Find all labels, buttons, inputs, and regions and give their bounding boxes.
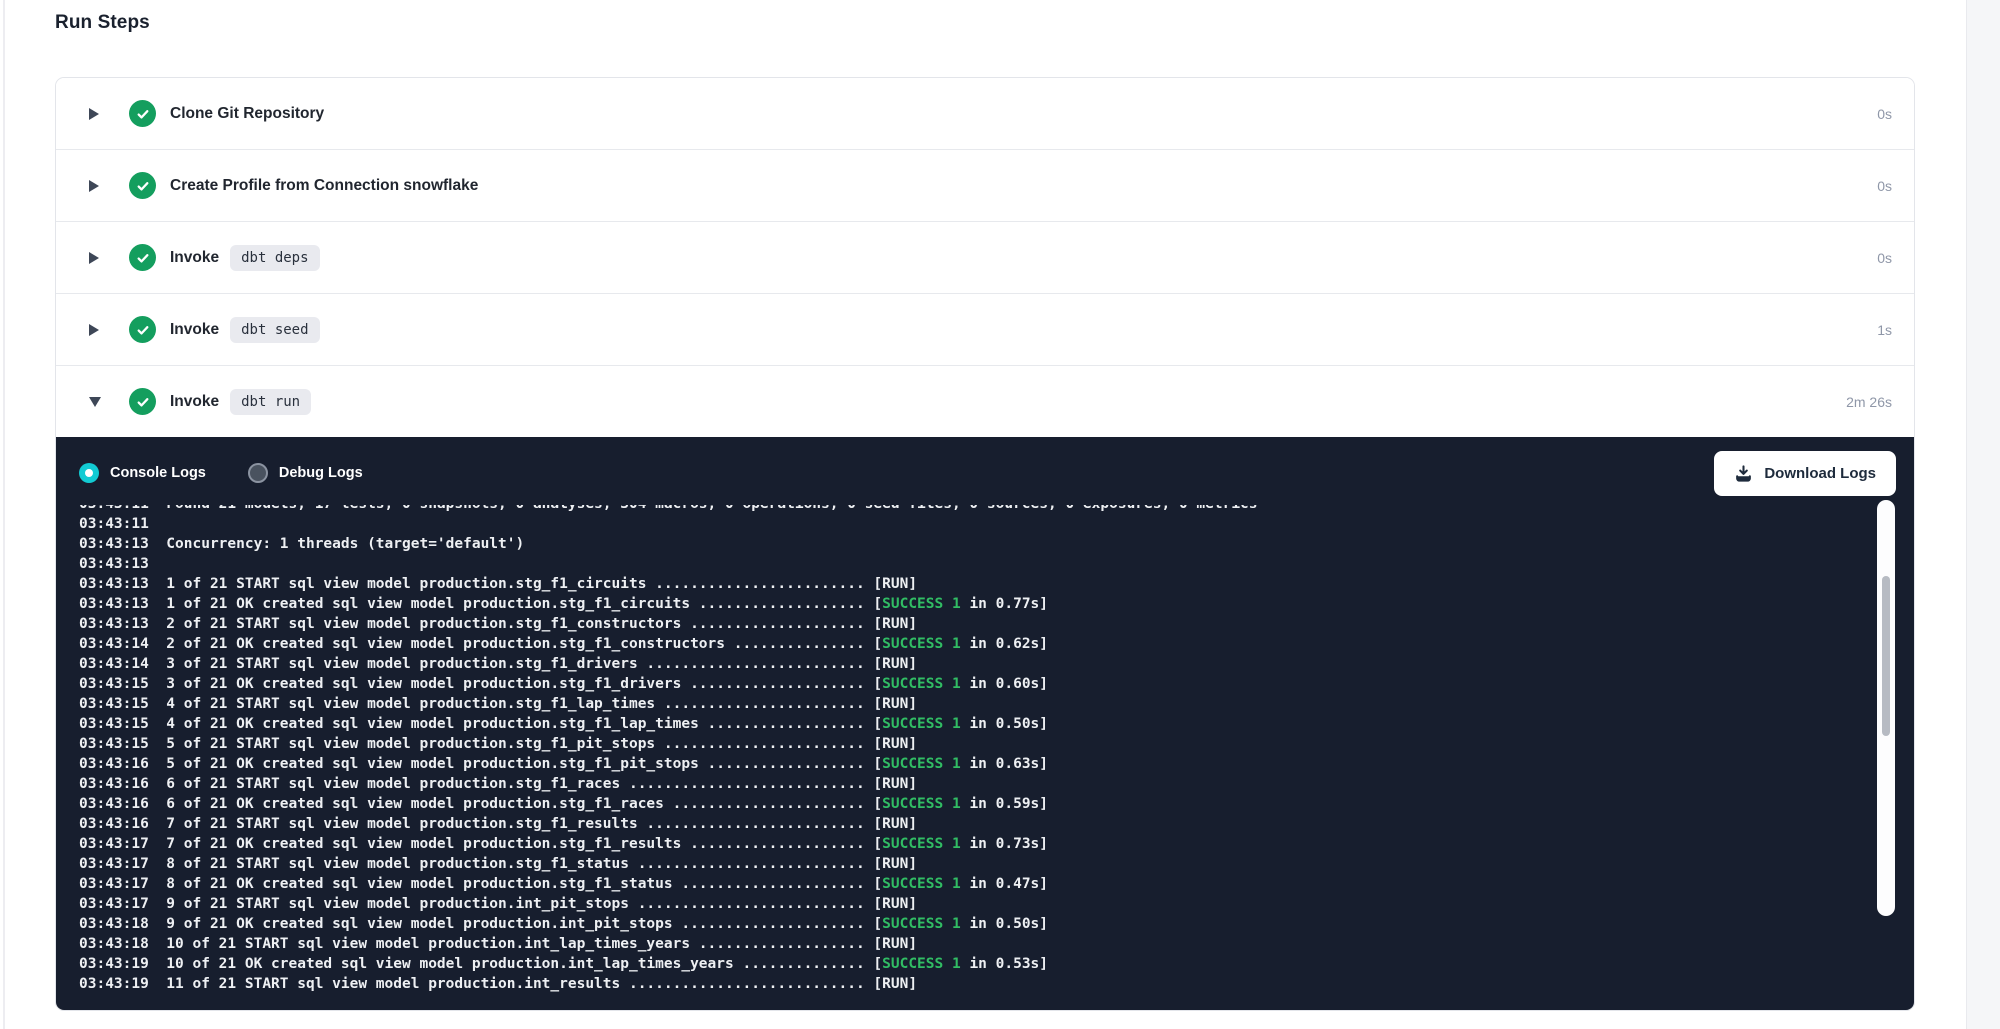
- log-line: 03:43:15 3 of 21 OK created sql view mod…: [79, 674, 1914, 694]
- caret-triangle: [89, 324, 99, 336]
- step-row[interactable]: Invoke dbt run 2m 26s: [56, 366, 1914, 437]
- step-duration: 0s: [1877, 106, 1914, 122]
- right-gutter: [1966, 0, 2000, 1029]
- log-line: 03:43:13 Concurrency: 1 threads (target=…: [79, 534, 1914, 554]
- caret-triangle: [89, 180, 99, 192]
- log-line: 03:43:14 2 of 21 OK created sql view mod…: [79, 634, 1914, 654]
- log-success-token: SUCCESS 1: [882, 756, 961, 772]
- log-line: 03:43:17 8 of 21 START sql view model pr…: [79, 854, 1914, 874]
- console-log-output[interactable]: 03:43:11 Found 21 models, 17 tests, 0 sn…: [56, 505, 1914, 1010]
- log-success-token: SUCCESS 1: [882, 876, 961, 892]
- log-tab-label: Console Logs: [110, 465, 206, 481]
- log-success-token: SUCCESS 1: [882, 916, 961, 932]
- step-row[interactable]: Invoke dbt seed 1s: [56, 294, 1914, 366]
- success-check-icon: [129, 100, 156, 127]
- log-success-token: SUCCESS 1: [882, 956, 961, 972]
- expand-caret-icon[interactable]: [89, 108, 103, 120]
- step-duration: 0s: [1877, 250, 1914, 266]
- step-command-badge: dbt seed: [230, 317, 319, 343]
- log-success-token: SUCCESS 1: [882, 796, 961, 812]
- download-logs-button[interactable]: Download Logs: [1714, 451, 1896, 496]
- log-line: 03:43:18 9 of 21 OK created sql view mod…: [79, 914, 1914, 934]
- success-check-icon: [129, 316, 156, 343]
- collapse-caret-icon[interactable]: [89, 397, 103, 407]
- log-line: 03:43:17 7 of 21 OK created sql view mod…: [79, 834, 1914, 854]
- log-line: 03:43:11: [79, 514, 1914, 534]
- caret-triangle: [89, 252, 99, 264]
- log-line: 03:43:19 10 of 21 OK created sql view mo…: [79, 954, 1914, 974]
- log-line: 03:43:17 9 of 21 START sql view model pr…: [79, 894, 1914, 914]
- log-line: 03:43:13 1 of 21 START sql view model pr…: [79, 574, 1914, 594]
- console-scrollbar-thumb[interactable]: [1882, 576, 1890, 736]
- run-steps-list: Clone Git Repository0sCreate Profile fro…: [56, 78, 1914, 437]
- step-row[interactable]: Create Profile from Connection snowflake…: [56, 150, 1914, 222]
- success-check-icon: [129, 244, 156, 271]
- run-steps-card: Clone Git Repository0sCreate Profile fro…: [55, 77, 1915, 1011]
- page-left-edge: [3, 0, 5, 1029]
- radio-icon: [248, 463, 268, 483]
- success-check-icon: [129, 172, 156, 199]
- log-success-token: SUCCESS 1: [882, 676, 961, 692]
- console-scrollbar-track[interactable]: [1877, 500, 1895, 916]
- success-check-icon: [129, 388, 156, 415]
- step-command-badge: dbt deps: [230, 245, 319, 271]
- log-type-radio-group: Console Logs Debug Logs: [79, 463, 363, 483]
- step-label: Invoke: [170, 393, 219, 411]
- expand-caret-icon[interactable]: [89, 252, 103, 264]
- log-line: 03:43:16 5 of 21 OK created sql view mod…: [79, 754, 1914, 774]
- log-success-token: SUCCESS 1: [882, 716, 961, 732]
- expand-caret-icon[interactable]: [89, 324, 103, 336]
- download-logs-label: Download Logs: [1764, 465, 1876, 482]
- log-success-token: SUCCESS 1: [882, 596, 961, 612]
- log-line: 03:43:13 1 of 21 OK created sql view mod…: [79, 594, 1914, 614]
- step-label: Invoke: [170, 249, 219, 267]
- log-line: 03:43:15 5 of 21 START sql view model pr…: [79, 734, 1914, 754]
- radio-dot: [85, 469, 93, 477]
- run-detail-page: Run Steps Clone Git Repository0sCreate P…: [0, 0, 2000, 1029]
- log-tab-label: Debug Logs: [279, 465, 363, 481]
- log-line: 03:43:16 6 of 21 OK created sql view mod…: [79, 794, 1914, 814]
- caret-triangle: [89, 397, 101, 407]
- step-duration: 1s: [1877, 322, 1914, 338]
- log-line: 03:43:16 7 of 21 START sql view model pr…: [79, 814, 1914, 834]
- log-tab-debug-logs[interactable]: Debug Logs: [248, 463, 363, 483]
- log-line: 03:43:19 11 of 21 START sql view model p…: [79, 974, 1914, 994]
- step-duration: 0s: [1877, 178, 1914, 194]
- page-title: Run Steps: [55, 12, 150, 34]
- radio-icon: [79, 463, 99, 483]
- log-line: 03:43:16 6 of 21 START sql view model pr…: [79, 774, 1914, 794]
- expand-caret-icon[interactable]: [89, 180, 103, 192]
- log-tab-console-logs[interactable]: Console Logs: [79, 463, 206, 483]
- log-line: 03:43:17 8 of 21 OK created sql view mod…: [79, 874, 1914, 894]
- log-line: 03:43:15 4 of 21 START sql view model pr…: [79, 694, 1914, 714]
- step-command-badge: dbt run: [230, 389, 311, 415]
- console-header: Console Logs Debug Logs Download Logs: [56, 437, 1914, 505]
- download-icon: [1734, 464, 1753, 483]
- caret-triangle: [89, 108, 99, 120]
- log-line: 03:43:11 Found 21 models, 17 tests, 0 sn…: [79, 505, 1914, 514]
- step-label: Create Profile from Connection snowflake: [170, 177, 478, 195]
- step-label: Clone Git Repository: [170, 105, 324, 123]
- console-panel: Console Logs Debug Logs Download Logs 03:…: [56, 437, 1914, 1010]
- step-duration: 2m 26s: [1846, 394, 1914, 410]
- log-line: 03:43:14 3 of 21 START sql view model pr…: [79, 654, 1914, 674]
- log-line: 03:43:13: [79, 554, 1914, 574]
- log-line: 03:43:18 10 of 21 START sql view model p…: [79, 934, 1914, 954]
- step-label: Invoke: [170, 321, 219, 339]
- log-success-token: SUCCESS 1: [882, 636, 961, 652]
- step-row[interactable]: Invoke dbt deps 0s: [56, 222, 1914, 294]
- log-line: 03:43:15 4 of 21 OK created sql view mod…: [79, 714, 1914, 734]
- step-row[interactable]: Clone Git Repository 0s: [56, 78, 1914, 150]
- log-line: 03:43:13 2 of 21 START sql view model pr…: [79, 614, 1914, 634]
- log-success-token: SUCCESS 1: [882, 836, 961, 852]
